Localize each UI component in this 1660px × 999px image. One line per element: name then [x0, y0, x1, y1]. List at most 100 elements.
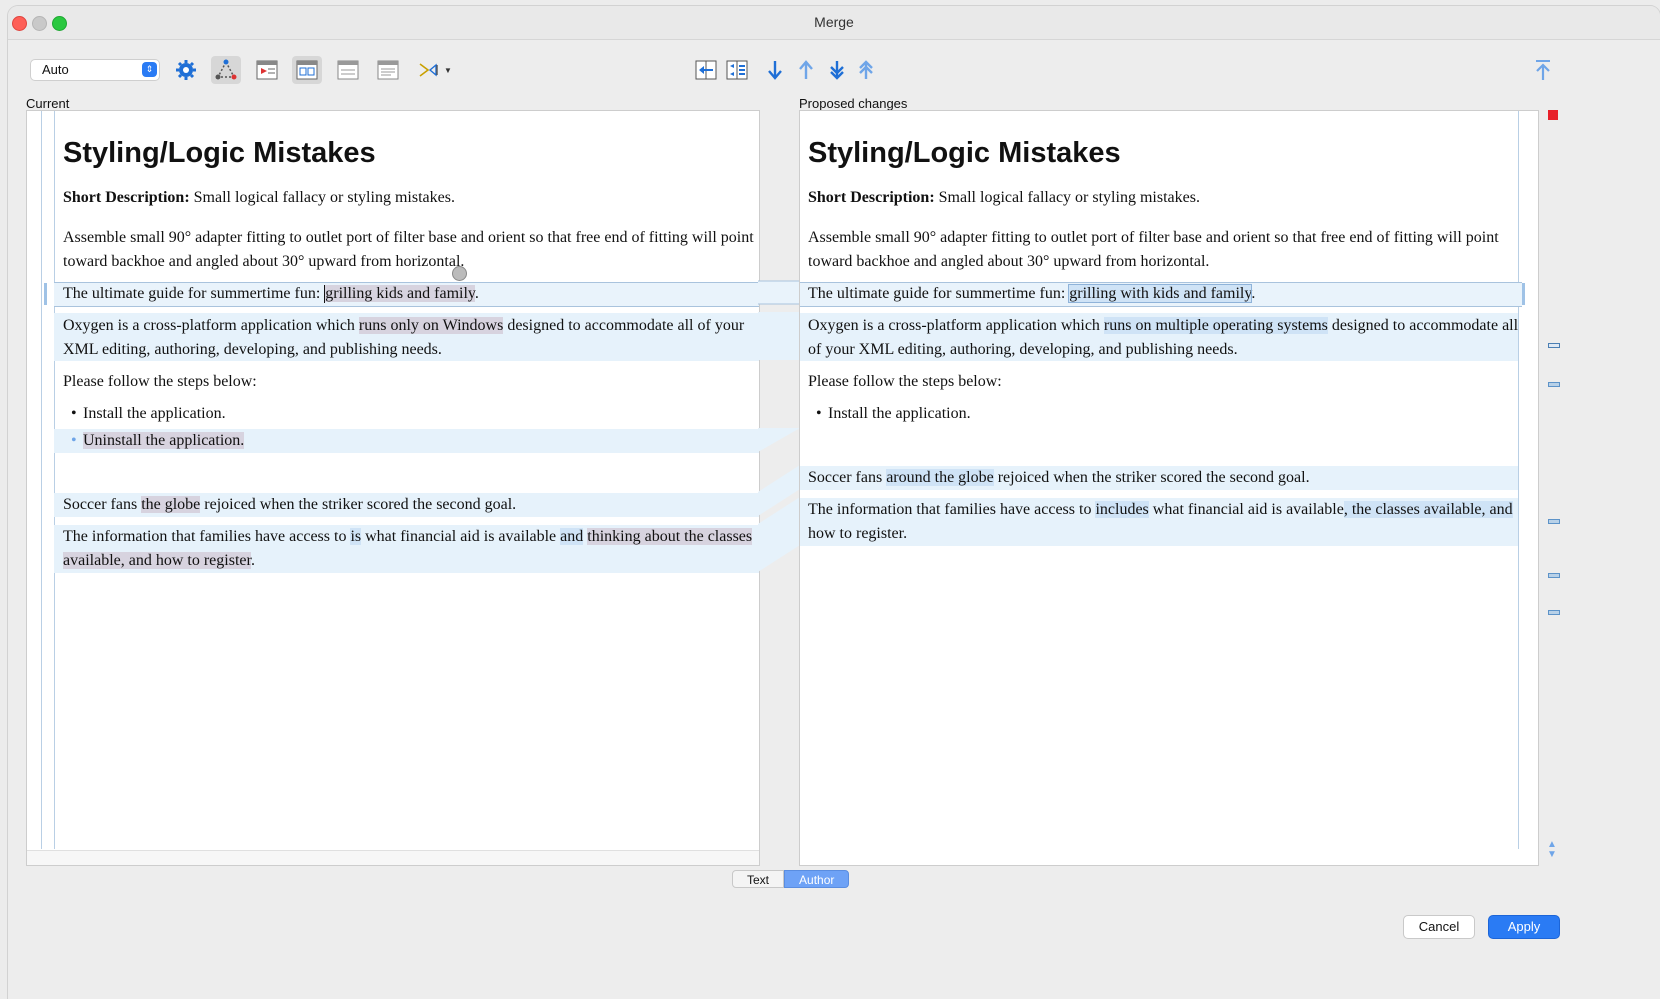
tab-author[interactable]: Author: [784, 870, 850, 888]
double-arrow-down-icon: [830, 61, 844, 80]
mode-select-value: Auto: [42, 62, 69, 77]
arrow-down-icon: [768, 61, 782, 80]
apply-button[interactable]: Apply: [1488, 915, 1560, 939]
added-text: around the globe: [886, 469, 994, 486]
removed-text: runs only on Windows: [358, 317, 504, 334]
first-change-button[interactable]: [851, 56, 881, 84]
current-panel-label: Current: [26, 96, 70, 111]
text-segment: designed to accommodate all of your: [503, 317, 745, 334]
changed-text: and: [560, 528, 584, 545]
short-description: Short Description: Small logical fallacy…: [63, 186, 455, 210]
short-description-label: Short Description:: [63, 189, 190, 206]
bullet: •: [71, 405, 77, 422]
paragraph-line: of your XML editing, authoring, developi…: [808, 341, 1238, 358]
paragraph-line: Assemble small 90° adapter fitting to ou…: [63, 229, 754, 246]
error-marker[interactable]: [1548, 110, 1558, 120]
compare-icon: [337, 60, 359, 80]
text-segment: Oxygen is a cross-platform application w…: [63, 317, 359, 334]
text-segment: Soccer fans: [808, 469, 887, 486]
added-text: includes: [1095, 501, 1149, 518]
settings-button[interactable]: [171, 56, 201, 84]
changed-paragraph: Oxygen is a cross-platform application w…: [63, 314, 744, 338]
paragraph-line: Please follow the steps below:: [63, 373, 257, 390]
paragraph-line: XML editing, authoring, developing, and …: [63, 341, 442, 358]
change-marker: [44, 283, 47, 305]
text-segment: The ultimate guide for summertime fun:: [808, 285, 1070, 302]
document-title: Styling/Logic Mistakes: [63, 137, 376, 169]
paragraph-line: toward backhoe and angled about 30° upwa…: [63, 253, 465, 270]
text-segment: .: [1251, 285, 1256, 302]
paragraph-line: Assemble small 90° adapter fitting to ou…: [808, 229, 1499, 246]
changed-paragraph: The ultimate guide for summertime fun: g…: [808, 282, 1255, 306]
short-description-text: Small logical fallacy or styling mistake…: [934, 189, 1200, 206]
changed-paragraph: Soccer fans around the globe rejoiced wh…: [808, 466, 1310, 490]
change-marker[interactable]: [1548, 573, 1560, 578]
word-compare-dropdown[interactable]: ▼: [415, 56, 455, 84]
inline-button[interactable]: [373, 56, 403, 84]
text-segment: .: [250, 552, 255, 569]
list-item: • Install the application.: [71, 402, 226, 426]
cancel-button[interactable]: Cancel: [1403, 915, 1475, 939]
arrow-to-top-icon: [1536, 60, 1550, 80]
copy-to-left-icon: [695, 60, 717, 80]
three-way-merge-icon: [215, 59, 237, 80]
changed-paragraph: The information that families have acces…: [808, 498, 1513, 522]
show-changes-icon: [256, 60, 278, 80]
accept-change-icon[interactable]: [452, 266, 467, 281]
diff-connectors: [758, 280, 800, 572]
view-mode-tabs: Text Author: [732, 870, 850, 888]
proposed-editor[interactable]: Styling/Logic Mistakes Short Description…: [799, 110, 1539, 866]
changes-overview-ruler[interactable]: ▲ ▼: [1538, 110, 1560, 864]
chevron-down-icon: ▼: [444, 65, 452, 75]
text-segment: The ultimate guide for summertime fun:: [63, 285, 325, 302]
changed-paragraph: The ultimate guide for summertime fun: g…: [63, 282, 479, 306]
window-title: Merge: [814, 14, 854, 30]
gear-icon: [176, 60, 196, 80]
paragraph-line: how to register.: [808, 525, 908, 542]
text-segment: Oxygen is a cross-platform application w…: [808, 317, 1104, 334]
change-marker[interactable]: [1548, 519, 1560, 524]
tab-text[interactable]: Text: [732, 870, 785, 888]
current-editor[interactable]: Styling/Logic Mistakes Short Description…: [26, 110, 760, 866]
text-segment: .: [474, 285, 479, 302]
toolbar: Auto ⇕ ▼: [8, 56, 1660, 96]
changed-text: is: [350, 528, 362, 545]
layout-button[interactable]: [292, 56, 322, 84]
paragraph-line: toward backhoe and angled about 30° upwa…: [808, 253, 1210, 270]
horizontal-scrollbar[interactable]: [27, 850, 759, 865]
gutter-divider: [54, 111, 55, 849]
copy-all-button[interactable]: [722, 56, 752, 84]
change-marker[interactable]: [1548, 343, 1560, 348]
text-segment: Soccer fans: [63, 496, 142, 513]
list-item: • Install the application.: [816, 402, 971, 426]
show-changes-button[interactable]: [252, 56, 282, 84]
scroll-arrows-icon[interactable]: ▲ ▼: [1547, 840, 1557, 860]
title-bar: Merge: [8, 6, 1660, 40]
change-marker[interactable]: [1548, 610, 1560, 615]
scroll-to-top-button[interactable]: [1528, 56, 1558, 84]
added-text: , the classes available, and: [1343, 501, 1513, 518]
copy-to-left-button[interactable]: [691, 56, 721, 84]
proposed-panel-label: Proposed changes: [799, 96, 908, 111]
change-marker[interactable]: [1548, 382, 1560, 387]
next-change-button[interactable]: [760, 56, 790, 84]
last-change-button[interactable]: [822, 56, 852, 84]
added-text: runs on multiple operating systems: [1103, 317, 1328, 334]
removed-text: available, and how to register: [63, 552, 251, 569]
document-title: Styling/Logic Mistakes: [808, 137, 1121, 169]
arrow-up-icon: [799, 60, 813, 79]
layout-icon: [296, 60, 318, 80]
three-way-merge-button[interactable]: [211, 56, 241, 84]
previous-change-button[interactable]: [791, 56, 821, 84]
text-segment: designed to accommodate all: [1327, 317, 1519, 334]
paragraph-line: Please follow the steps below:: [808, 373, 1002, 390]
removed-text: Uninstall the application.: [83, 432, 245, 449]
text-segment: what financial aid is available: [1148, 501, 1344, 518]
short-description-text: Small logical fallacy or styling mistake…: [189, 189, 455, 206]
added-text: grilling with kids and family: [1068, 284, 1253, 303]
compare-button[interactable]: [333, 56, 363, 84]
list-item-text: Install the application.: [83, 405, 226, 422]
mode-select[interactable]: Auto ⇕: [30, 59, 160, 81]
chevron-updown-icon: ⇕: [142, 62, 157, 77]
changed-paragraph-line: available, and how to register.: [63, 549, 255, 573]
